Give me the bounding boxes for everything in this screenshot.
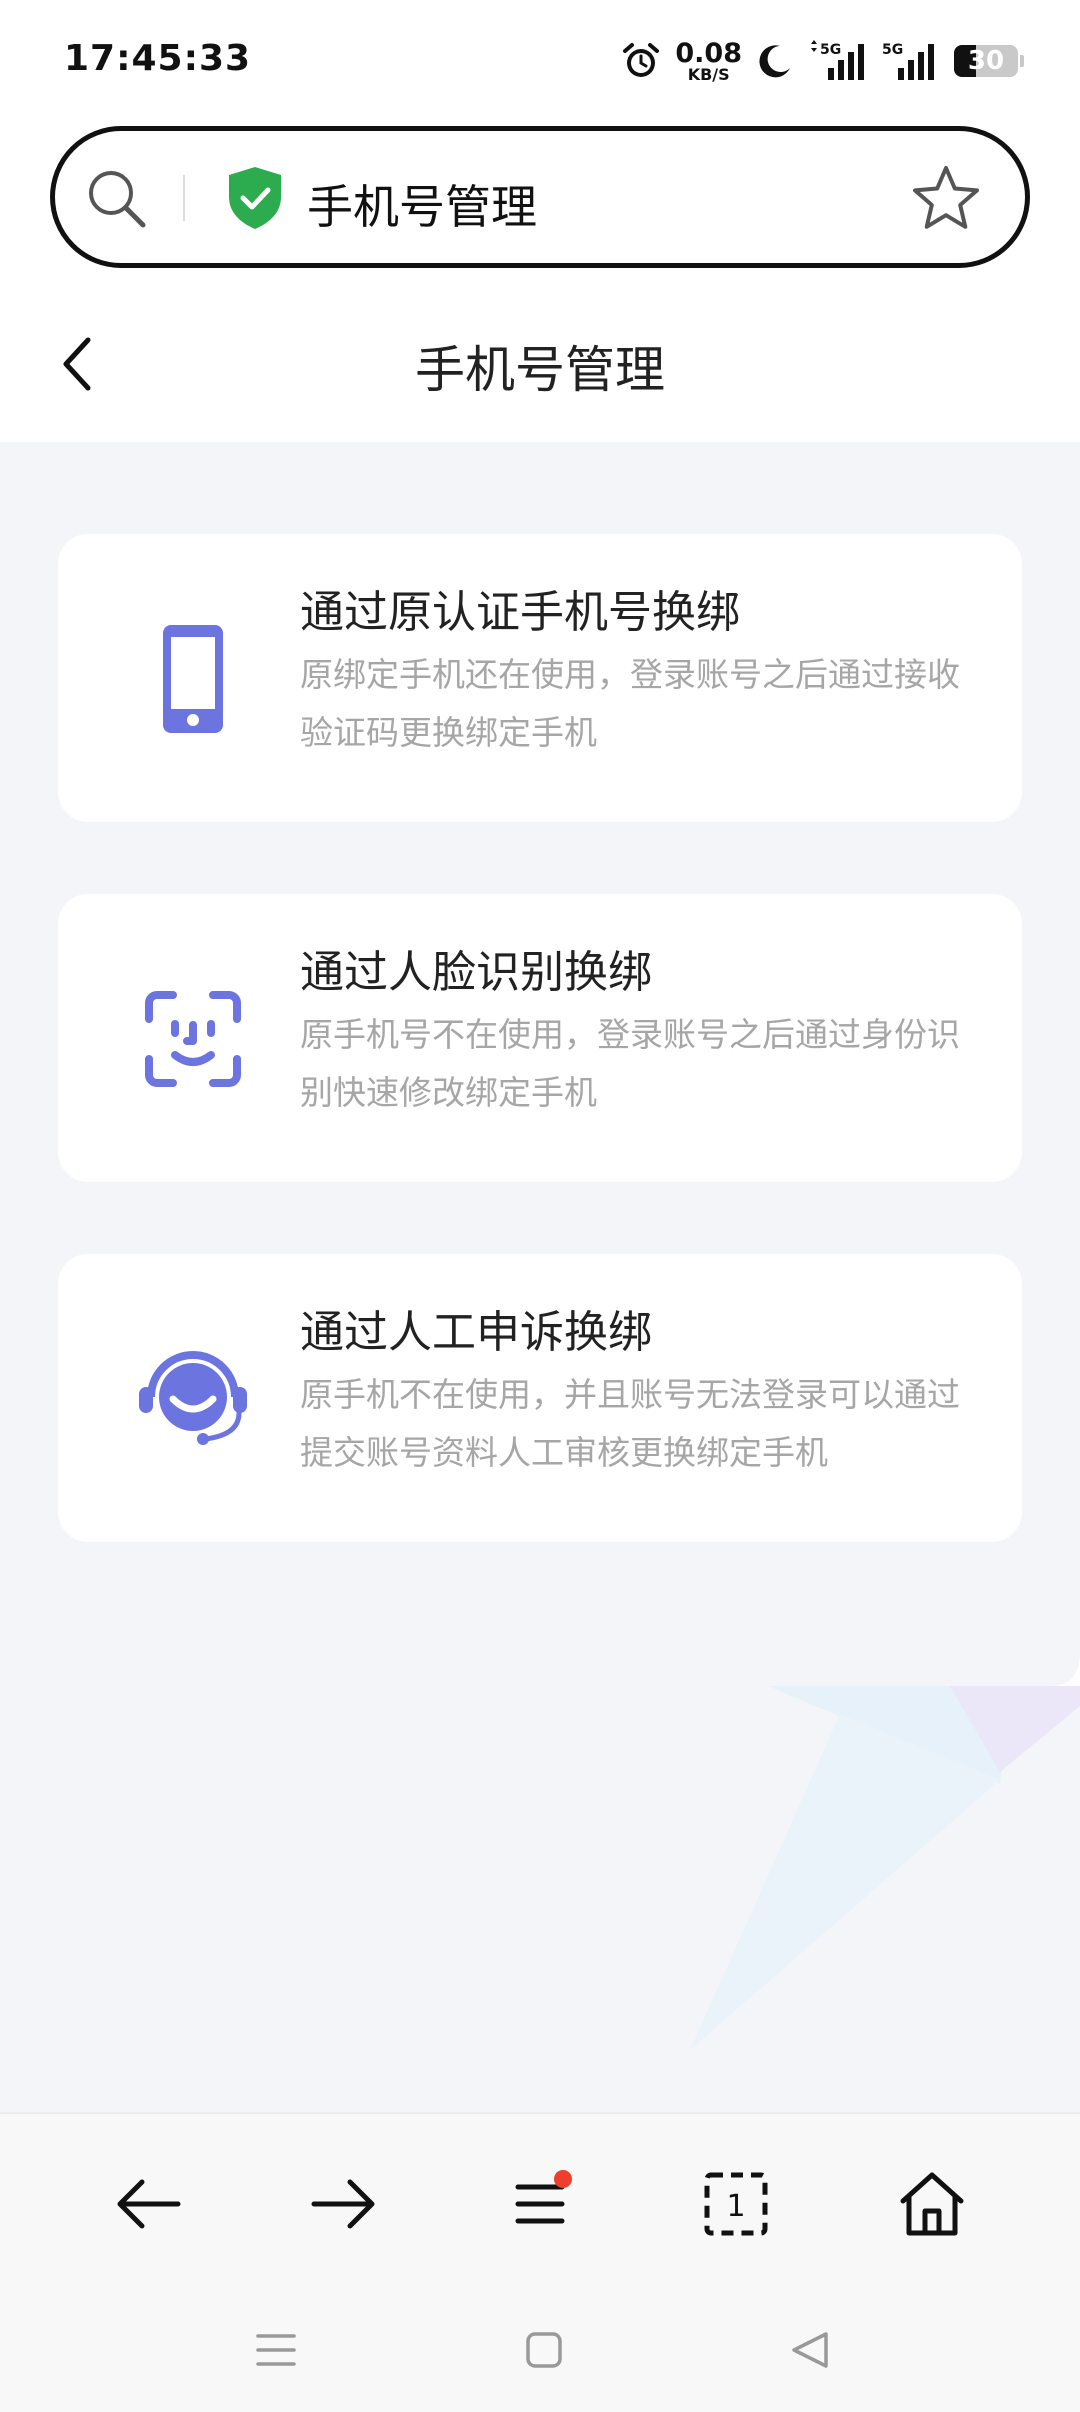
option-card-phone[interactable]: 通过原认证手机号换绑 原绑定手机还在使用，登录账号之后通过接收验证码更换绑定手机 [58, 534, 1022, 822]
tabs-icon[interactable]: 1 [696, 2164, 776, 2244]
content-area: 通过原认证手机号换绑 原绑定手机还在使用，登录账号之后通过接收验证码更换绑定手机… [0, 442, 1080, 2112]
face-scan-icon [128, 974, 258, 1104]
option-title: 通过人脸识别换绑 [300, 947, 652, 998]
recent-apps-icon[interactable] [246, 2320, 306, 2380]
address-divider [183, 175, 185, 221]
status-time: 17:45:33 [64, 38, 252, 79]
shield-check-icon[interactable] [225, 165, 285, 231]
menu-icon[interactable] [500, 2164, 580, 2244]
system-navigation-bar [0, 2282, 1080, 2412]
tab-count: 1 [726, 2189, 745, 2224]
search-icon[interactable] [85, 167, 149, 231]
svg-text:5G: 5G [820, 42, 841, 58]
option-description: 原手机不在使用，并且账号无法登录可以通过提交账号资料人工审核更换绑定手机 [300, 1375, 960, 1472]
home-nav-icon[interactable] [514, 2320, 574, 2380]
home-icon[interactable] [892, 2164, 972, 2244]
address-bar[interactable]: 手机号管理 [50, 126, 1030, 268]
phone-icon [128, 614, 258, 744]
network-speed: 0.08 KB/S [675, 40, 742, 83]
network-speed-value: 0.08 [675, 37, 742, 69]
star-icon[interactable] [911, 163, 981, 233]
page-header: 手机号管理 [0, 286, 1080, 442]
battery-level: 30 [967, 46, 1005, 76]
back-nav-icon[interactable] [780, 2320, 840, 2380]
signal-5g-icon: 5G [882, 42, 934, 80]
browser-toolbar: 1 [0, 2112, 1080, 2282]
svg-text:5G: 5G [882, 42, 903, 58]
status-bar: 17:45:33 0.08 KB/S 5G 5G 30 [0, 0, 1080, 120]
status-icons: 0.08 KB/S 5G 5G 30 [621, 36, 1024, 86]
battery-icon: 30 [954, 45, 1024, 77]
option-description: 原绑定手机还在使用，登录账号之后通过接收验证码更换绑定手机 [300, 655, 960, 752]
customer-service-icon [128, 1334, 258, 1464]
option-title: 通过原认证手机号换绑 [300, 587, 740, 638]
option-card-service[interactable]: 通过人工申诉换绑 原手机不在使用，并且账号无法登录可以通过提交账号资料人工审核更… [58, 1254, 1022, 1542]
option-card-face[interactable]: 通过人脸识别换绑 原手机号不在使用，登录账号之后通过身份识别快速修改绑定手机 [58, 894, 1022, 1182]
signal-5g-icon: 5G [811, 40, 864, 80]
page-title: 手机号管理 [415, 341, 665, 399]
address-text[interactable]: 手机号管理 [307, 171, 537, 237]
option-title: 通过人工申诉换绑 [300, 1307, 652, 1358]
option-description: 原手机号不在使用，登录账号之后通过身份识别快速修改绑定手机 [300, 1015, 960, 1112]
forward-arrow-icon[interactable] [304, 2164, 384, 2244]
alarm-icon [623, 43, 660, 77]
back-arrow-icon[interactable] [108, 2164, 188, 2244]
moon-icon [759, 45, 790, 78]
notification-dot [554, 2170, 572, 2188]
network-speed-unit: KB/S [687, 64, 730, 84]
